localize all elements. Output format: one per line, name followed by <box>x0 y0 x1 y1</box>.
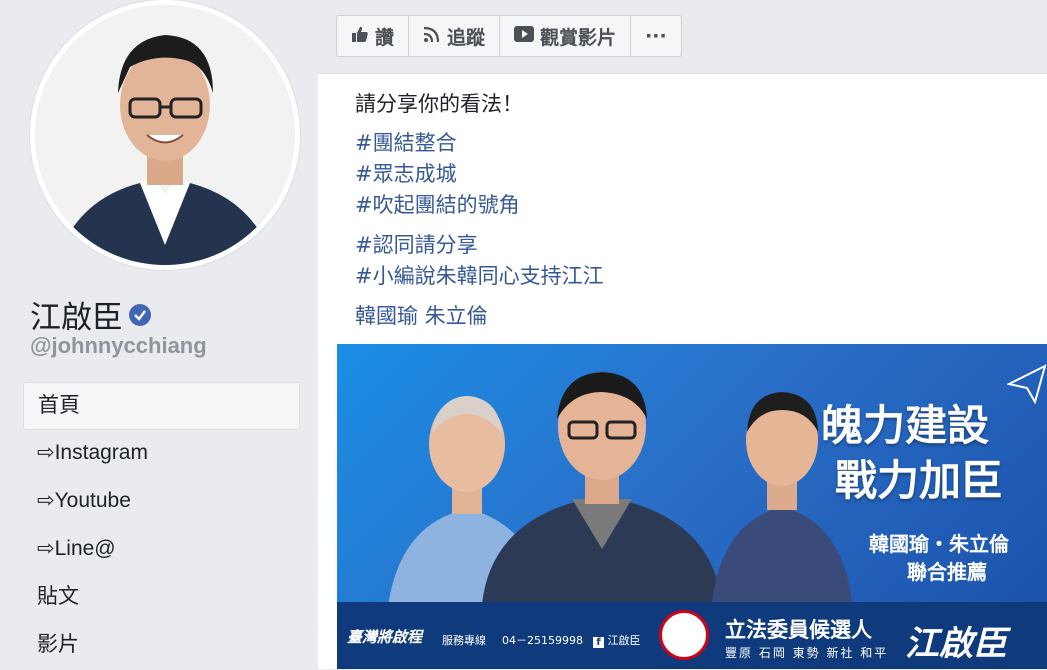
nav-item-videos[interactable]: 影片 <box>23 622 300 670</box>
more-button[interactable]: ··· <box>631 16 681 56</box>
avatar-illustration <box>35 5 295 265</box>
banner-fb-name: f 江啟臣 <box>593 632 641 648</box>
more-icon: ··· <box>645 25 667 47</box>
nav-item-youtube[interactable]: ⇨Youtube <box>23 478 300 526</box>
verified-badge-icon <box>129 303 151 326</box>
action-bar: 讚 追蹤 觀賞影片 ··· <box>336 15 682 57</box>
banner-slogan-1: 魄力建設 <box>821 401 990 450</box>
page-nav: 首頁 ⇨Instagram ⇨Youtube ⇨Line@ 貼文 影片 <box>23 382 300 670</box>
person-center-figure <box>482 372 722 604</box>
banner-candidate-name: 江啟臣 <box>905 624 1007 664</box>
watch-video-button[interactable]: 觀賞影片 <box>500 16 632 56</box>
banner-fb-name-text: 江啟臣 <box>607 634 641 647</box>
profile-handle[interactable]: @johnnycchiang <box>30 333 207 359</box>
profile-avatar[interactable] <box>30 0 300 270</box>
banner-endorsers: 韓國瑜・朱立倫 <box>869 532 1009 556</box>
profile-name[interactable]: 江啟臣 <box>30 292 151 337</box>
banner-role: 立法委員候選人 <box>725 618 872 642</box>
avatar-photo <box>35 5 295 265</box>
party-emblem <box>659 610 709 660</box>
banner-endorse-text: 聯合推薦 <box>907 560 987 584</box>
post-mentions[interactable]: 韓國瑜 朱立倫 <box>355 300 488 330</box>
banner-districts: 豐原 石岡 東勢 新社 和平 <box>725 646 889 660</box>
facebook-icon: f <box>593 637 604 648</box>
rss-icon <box>423 25 441 48</box>
nav-item-home[interactable]: 首頁 <box>23 382 300 430</box>
profile-name-text[interactable]: 江啟臣 <box>30 292 123 337</box>
watch-label: 觀賞影片 <box>540 26 617 49</box>
nav-item-instagram[interactable]: ⇨Instagram <box>23 430 300 478</box>
like-button[interactable]: 讚 <box>337 16 410 56</box>
like-label: 讚 <box>375 26 395 49</box>
campaign-banner-image[interactable]: 魄力建設 戰力加臣 韓國瑜・朱立倫 聯合推薦 臺灣將啟程 服務專線 04－251… <box>337 344 1047 669</box>
banner-footer: 臺灣將啟程 服務專線 04－25159998 f 江啟臣 立法委員候選人 豐原 … <box>337 602 1047 669</box>
nav-item-line[interactable]: ⇨Line@ <box>23 526 300 574</box>
post-intro: 請分享你的看法！ <box>355 92 523 116</box>
follow-label: 追蹤 <box>447 26 486 49</box>
hashtag-link[interactable]: #吹起團結的號角 <box>355 189 520 219</box>
play-icon <box>514 25 535 48</box>
hashtag-link[interactable]: #小編說朱韓同心支持江江 <box>355 260 604 290</box>
thumbs-up-icon <box>351 25 369 48</box>
left-column: 江啟臣 @johnnycchiang 首頁 ⇨Instagram ⇨Youtub… <box>0 0 318 668</box>
hashtag-link[interactable]: #團結整合 <box>355 127 457 157</box>
post-card: 請分享你的看法！ #團結整合 #眾志成城 #吹起團結的號角 #認同請分享 #小編… <box>318 73 1047 669</box>
paper-plane-icon <box>1007 364 1047 404</box>
banner-brand: 臺灣將啟程 <box>347 628 423 646</box>
nav-item-posts[interactable]: 貼文 <box>23 574 300 622</box>
banner-slogan-2: 戰力加臣 <box>835 456 1004 505</box>
hashtag-link[interactable]: #認同請分享 <box>355 229 478 259</box>
hashtag-link[interactable]: #眾志成城 <box>355 158 457 188</box>
banner-phone: 04－25159998 <box>502 634 583 647</box>
banner-service-label: 服務專線 <box>442 634 486 647</box>
follow-button[interactable]: 追蹤 <box>409 16 501 56</box>
